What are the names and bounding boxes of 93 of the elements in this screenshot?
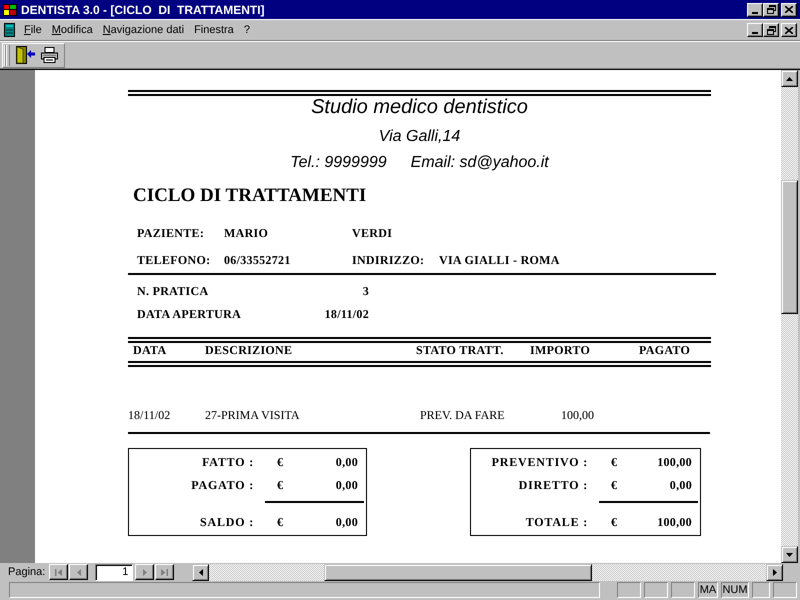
triangle-left-icon bbox=[76, 568, 81, 576]
column-header: IMPORTO bbox=[530, 343, 590, 357]
table-cell: 100,00 bbox=[561, 407, 594, 423]
restore-button[interactable] bbox=[763, 23, 779, 37]
status-indicator: NUM bbox=[721, 582, 749, 598]
clinic-address: Via Galli,14 bbox=[378, 127, 460, 147]
minimize-icon bbox=[752, 32, 758, 34]
field-label: N. PRATICA bbox=[137, 283, 208, 299]
field-label: DATA APERTURA bbox=[137, 306, 242, 322]
menu-item[interactable]: ? bbox=[238, 22, 255, 38]
minimize-icon bbox=[752, 12, 758, 14]
scroll-right-button[interactable] bbox=[766, 564, 784, 580]
status-panel bbox=[617, 582, 641, 598]
restore-icon bbox=[766, 5, 776, 14]
column-header: DESCRIZIONE bbox=[205, 343, 292, 357]
field-value: MARIO bbox=[224, 225, 268, 241]
scroll-thumb[interactable] bbox=[324, 564, 592, 580]
triangle-right-icon bbox=[142, 568, 147, 576]
amount: 0,00 bbox=[336, 454, 358, 470]
amount: 100,00 bbox=[657, 454, 692, 470]
amount: 0,00 bbox=[670, 477, 692, 493]
field-value: 06/33552721 bbox=[224, 252, 291, 268]
summary-label: PAGATO : bbox=[191, 477, 254, 493]
pager-label: Pagina: bbox=[8, 565, 46, 579]
amount: 0,00 bbox=[336, 477, 358, 493]
field-label: PAZIENTE: bbox=[137, 225, 204, 241]
vertical-scrollbar[interactable] bbox=[781, 70, 798, 563]
exit-button[interactable] bbox=[14, 44, 36, 66]
currency-symbol: € bbox=[611, 514, 618, 530]
triangle-right-icon bbox=[772, 568, 777, 576]
field-value: 3 bbox=[362, 283, 369, 299]
close-icon bbox=[785, 26, 793, 34]
currency-symbol: € bbox=[277, 477, 284, 493]
close-icon bbox=[785, 6, 793, 13]
menu-item[interactable]: Navigazione dati bbox=[98, 22, 190, 38]
status-panel bbox=[752, 582, 770, 598]
status-panel bbox=[773, 582, 797, 598]
clinic-name: Studio medico dentistico bbox=[311, 96, 528, 118]
currency-symbol: € bbox=[611, 477, 618, 493]
triangle-left-icon bbox=[198, 568, 203, 576]
currency-symbol: € bbox=[277, 514, 284, 530]
field-value: 18/11/02 bbox=[324, 306, 369, 322]
amount: 0,00 bbox=[336, 514, 358, 530]
column-header: DATA bbox=[133, 343, 166, 357]
triangle-up-icon bbox=[786, 76, 793, 80]
toolbar-grip[interactable] bbox=[4, 44, 10, 66]
field-label: TELEFONO: bbox=[137, 252, 210, 268]
print-button[interactable] bbox=[38, 44, 60, 66]
status-panel bbox=[644, 582, 668, 598]
restore-icon bbox=[766, 26, 776, 34]
clinic-phone: Tel.: 9999999 bbox=[290, 153, 387, 173]
page-number-field[interactable]: 1 bbox=[95, 564, 134, 580]
skip-last-icon bbox=[161, 568, 168, 576]
close-button[interactable] bbox=[781, 23, 797, 37]
summary-label: DIRETTO : bbox=[518, 477, 588, 493]
table-cell: 18/11/02 bbox=[128, 407, 170, 423]
amount: 100,00 bbox=[657, 514, 692, 530]
column-header: STATO TRATT. bbox=[416, 343, 504, 357]
table-cell: 27-PRIMA VISITA bbox=[205, 407, 300, 423]
restore-button[interactable] bbox=[763, 2, 779, 16]
summary-label: TOTALE : bbox=[526, 514, 588, 530]
menu-item[interactable]: Modifica bbox=[46, 22, 98, 38]
scroll-down-button[interactable] bbox=[781, 546, 798, 563]
summary-label: FATTO : bbox=[202, 454, 254, 470]
printer-icon bbox=[40, 47, 58, 63]
horizontal-scrollbar[interactable] bbox=[192, 564, 784, 580]
minimize-button[interactable] bbox=[747, 2, 763, 16]
close-button[interactable] bbox=[781, 2, 797, 16]
menu-item[interactable]: File bbox=[19, 22, 47, 38]
clinic-email: Email: sd@yahoo.it bbox=[410, 153, 549, 173]
field-label: INDIRIZZO: bbox=[352, 252, 424, 268]
currency-symbol: € bbox=[611, 454, 618, 470]
window-title: DENTISTA 3.0 - [CICLO DI TRATTAMENTI] bbox=[21, 2, 265, 16]
door-arrow-icon bbox=[16, 46, 34, 64]
currency-symbol: € bbox=[277, 454, 284, 470]
field-value: VERDI bbox=[352, 225, 392, 241]
menu-item[interactable]: Finestra bbox=[189, 22, 239, 38]
report-title: CICLO DI TRATTAMENTI bbox=[133, 185, 366, 207]
summary-label: PREVENTIVO : bbox=[492, 454, 588, 470]
book-icon[interactable] bbox=[4, 23, 15, 37]
summary-label: SALDO : bbox=[200, 514, 254, 530]
scroll-left-button[interactable] bbox=[192, 564, 210, 580]
field-value: VIA GIALLI - ROMA bbox=[439, 252, 560, 268]
table-cell: PREV. DA FARE bbox=[420, 407, 505, 423]
status-panel bbox=[671, 582, 695, 598]
column-header: PAGATO bbox=[639, 343, 690, 357]
app-icon[interactable] bbox=[3, 4, 17, 16]
scroll-thumb[interactable] bbox=[781, 180, 798, 314]
skip-first-icon bbox=[55, 568, 62, 576]
status-indicator: MA bbox=[698, 582, 718, 598]
minimize-button[interactable] bbox=[747, 23, 763, 37]
scroll-up-button[interactable] bbox=[781, 70, 798, 87]
triangle-down-icon bbox=[786, 552, 793, 556]
